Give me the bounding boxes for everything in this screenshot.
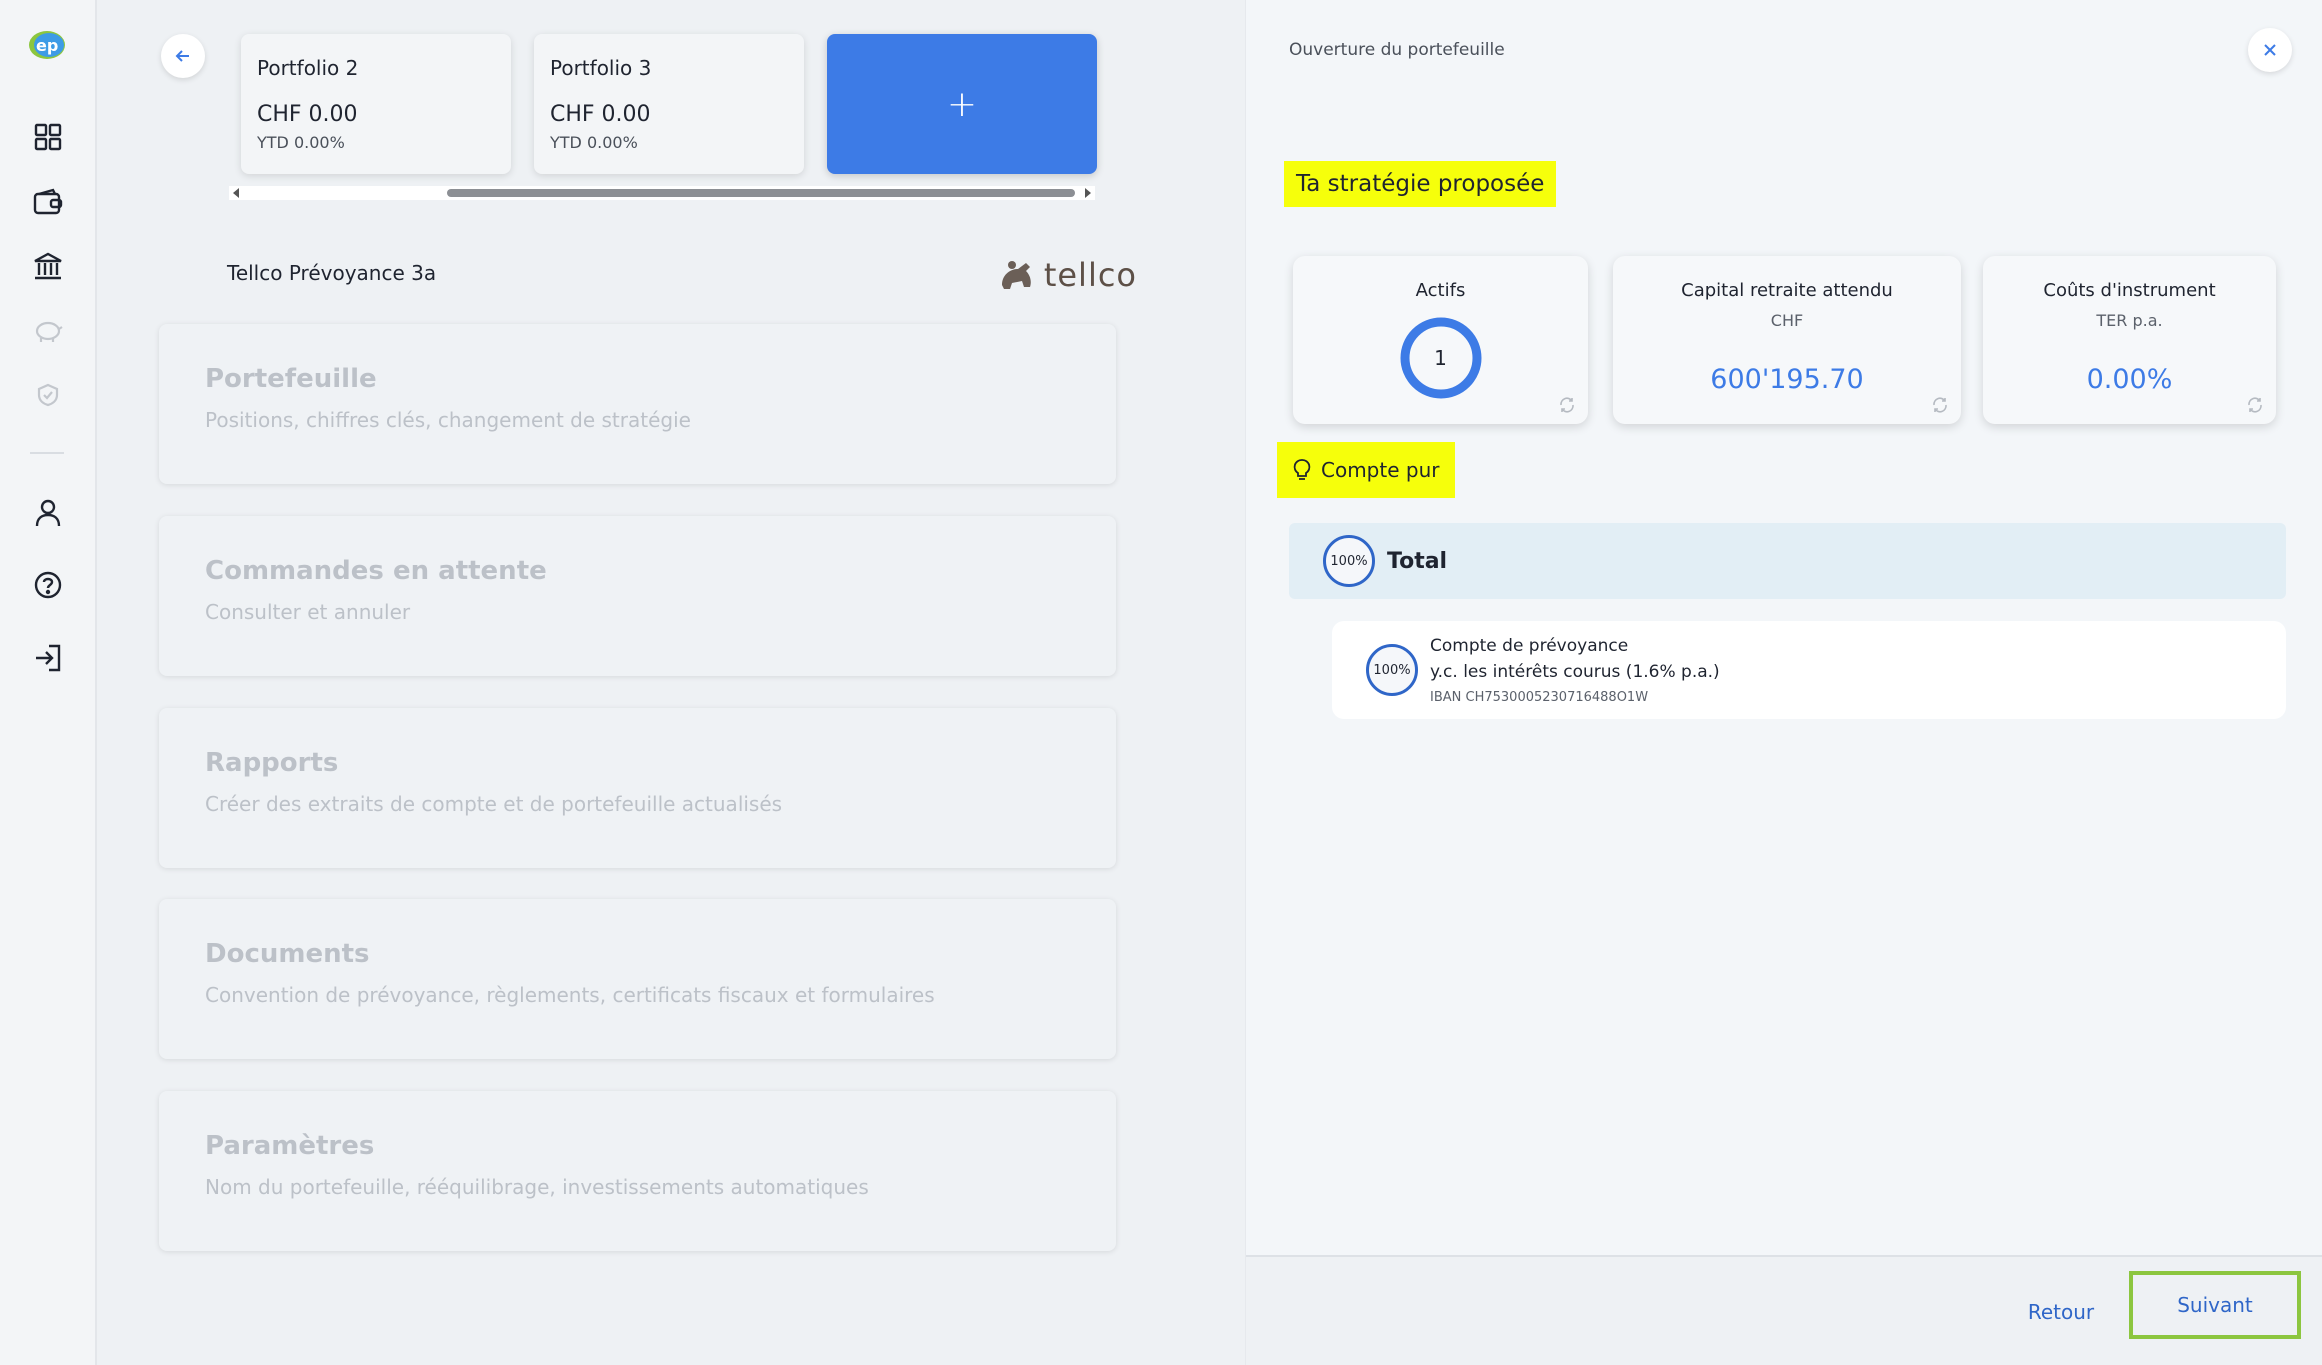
kpi-title: Actifs <box>1415 280 1466 301</box>
menu-card-parametres[interactable]: Paramètres Nom du portefeuille, rééquili… <box>159 1091 1116 1251</box>
kpi-value: 0.00% <box>2086 364 2173 395</box>
portfolio-name: Portfolio 3 <box>550 56 652 80</box>
logout-icon[interactable] <box>28 638 68 678</box>
wallet-icon[interactable] <box>28 182 68 222</box>
kpi-subtitle: CHF <box>1770 311 1804 330</box>
tellco-logo: tellco <box>996 255 1137 295</box>
main-content: Portfolio 2 CHF 0.00 YTD 0.00% Portfolio… <box>99 0 1241 1365</box>
back-button[interactable]: Retour <box>1986 1283 2136 1341</box>
portfolio-amount: CHF 0.00 <box>550 102 651 127</box>
menu-card-title: Paramètres <box>205 1131 375 1161</box>
kpi-capital-card: Capital retraite attendu CHF 600'195.70 <box>1613 256 1961 424</box>
app-logo[interactable]: ep <box>28 30 66 60</box>
allocation-total-row: 100% Total <box>1289 523 2286 599</box>
scroll-left-icon[interactable] <box>233 188 239 198</box>
sidebar-divider <box>30 452 64 454</box>
kpi-subtitle: TER p.a. <box>2096 311 2163 330</box>
refresh-icon[interactable] <box>1931 396 1949 414</box>
tellco-logo-text: tellco <box>1043 256 1137 294</box>
menu-card-title: Portefeuille <box>205 364 377 394</box>
strategy-tip-badge: Compte pur <box>1277 442 1456 498</box>
kpi-title: Coûts d'instrument <box>2043 280 2216 301</box>
portfolio-opening-panel: Ouverture du portefeuille Ta stratégie p… <box>1245 0 2322 1365</box>
product-name: Tellco Prévoyance 3a <box>227 261 437 285</box>
portfolio-back-button[interactable] <box>161 34 205 78</box>
scroll-right-icon[interactable] <box>1085 188 1091 198</box>
portfolio-amount: CHF 0.00 <box>257 102 358 127</box>
strategy-heading: Ta stratégie proposée <box>1284 161 1557 207</box>
account-iban: IBAN CH7530005230716488O1W <box>1430 689 1649 705</box>
kpi-title: Capital retraite attendu <box>1681 280 1893 301</box>
next-button[interactable]: Suivant <box>2129 1271 2301 1339</box>
piggy-bank-icon <box>28 311 68 351</box>
portfolio-ytd: YTD 0.00% <box>550 133 638 152</box>
close-button[interactable] <box>2248 28 2292 72</box>
menu-card-documents[interactable]: Documents Convention de prévoyance, règl… <box>159 899 1116 1059</box>
arrow-left-icon <box>175 50 189 62</box>
account-percentage: 100% <box>1366 644 1418 696</box>
portfolio-scrollbar[interactable] <box>229 186 1095 200</box>
account-name: Compte de prévoyance <box>1430 635 1629 656</box>
total-label: Total <box>1387 548 1448 574</box>
menu-card-title: Documents <box>205 939 370 969</box>
allocation-account-row: 100% Compte de prévoyance y.c. les intér… <box>1332 621 2286 719</box>
menu-card-title: Commandes en attente <box>205 556 547 586</box>
panel-title: Ouverture du portefeuille <box>1289 40 1505 60</box>
strategy-tip-label: Compte pur <box>1321 458 1440 482</box>
portfolio-card[interactable]: Portfolio 2 CHF 0.00 YTD 0.00% <box>241 34 511 174</box>
portfolio-card[interactable]: Portfolio 3 CHF 0.00 YTD 0.00% <box>534 34 804 174</box>
account-interest: y.c. les intérêts courus (1.6% p.a.) <box>1430 661 1720 682</box>
refresh-icon[interactable] <box>2246 396 2264 414</box>
assets-count: 1 <box>1434 346 1447 370</box>
help-icon[interactable] <box>28 565 68 605</box>
product-header: Tellco Prévoyance 3a tellco <box>227 255 1137 295</box>
menu-card-portefeuille[interactable]: Portefeuille Positions, chiffres clés, c… <box>159 324 1116 484</box>
menu-card-subtitle: Positions, chiffres clés, changement de … <box>205 408 691 432</box>
app-logo-text: ep <box>36 36 58 55</box>
menu-card-subtitle: Convention de prévoyance, règlements, ce… <box>205 983 935 1007</box>
menu-card-title: Rapports <box>205 748 339 778</box>
menu-card-commandes[interactable]: Commandes en attente Consulter et annule… <box>159 516 1116 676</box>
refresh-icon[interactable] <box>1558 396 1576 414</box>
tellco-horse-icon <box>1001 261 1031 289</box>
kpi-value: 600'195.70 <box>1710 364 1864 395</box>
lightbulb-icon <box>1293 459 1311 480</box>
add-portfolio-button[interactable]: + <box>827 34 1097 174</box>
menu-card-subtitle: Créer des extraits de compte et de porte… <box>205 792 783 816</box>
sidebar: ep <box>0 0 97 1365</box>
assets-donut: 1 <box>1398 315 1484 401</box>
menu-card-subtitle: Nom du portefeuille, rééquilibrage, inve… <box>205 1175 869 1199</box>
scrollbar-thumb[interactable] <box>447 189 1075 197</box>
bank-icon[interactable] <box>28 246 68 286</box>
dashboard-grid-icon[interactable] <box>28 117 68 157</box>
menu-card-subtitle: Consulter et annuler <box>205 600 411 624</box>
user-icon[interactable] <box>28 493 68 533</box>
portfolio-name: Portfolio 2 <box>257 56 359 80</box>
kpi-costs-card: Coûts d'instrument TER p.a. 0.00% <box>1983 256 2276 424</box>
shield-icon <box>28 375 68 415</box>
menu-card-rapports[interactable]: Rapports Créer des extraits de compte et… <box>159 708 1116 868</box>
close-icon <box>2264 44 2276 56</box>
portfolio-ytd: YTD 0.00% <box>257 133 345 152</box>
panel-footer: Retour Suivant <box>1246 1255 2322 1365</box>
kpi-assets-card: Actifs 1 <box>1293 256 1588 424</box>
total-percentage: 100% <box>1323 535 1375 587</box>
